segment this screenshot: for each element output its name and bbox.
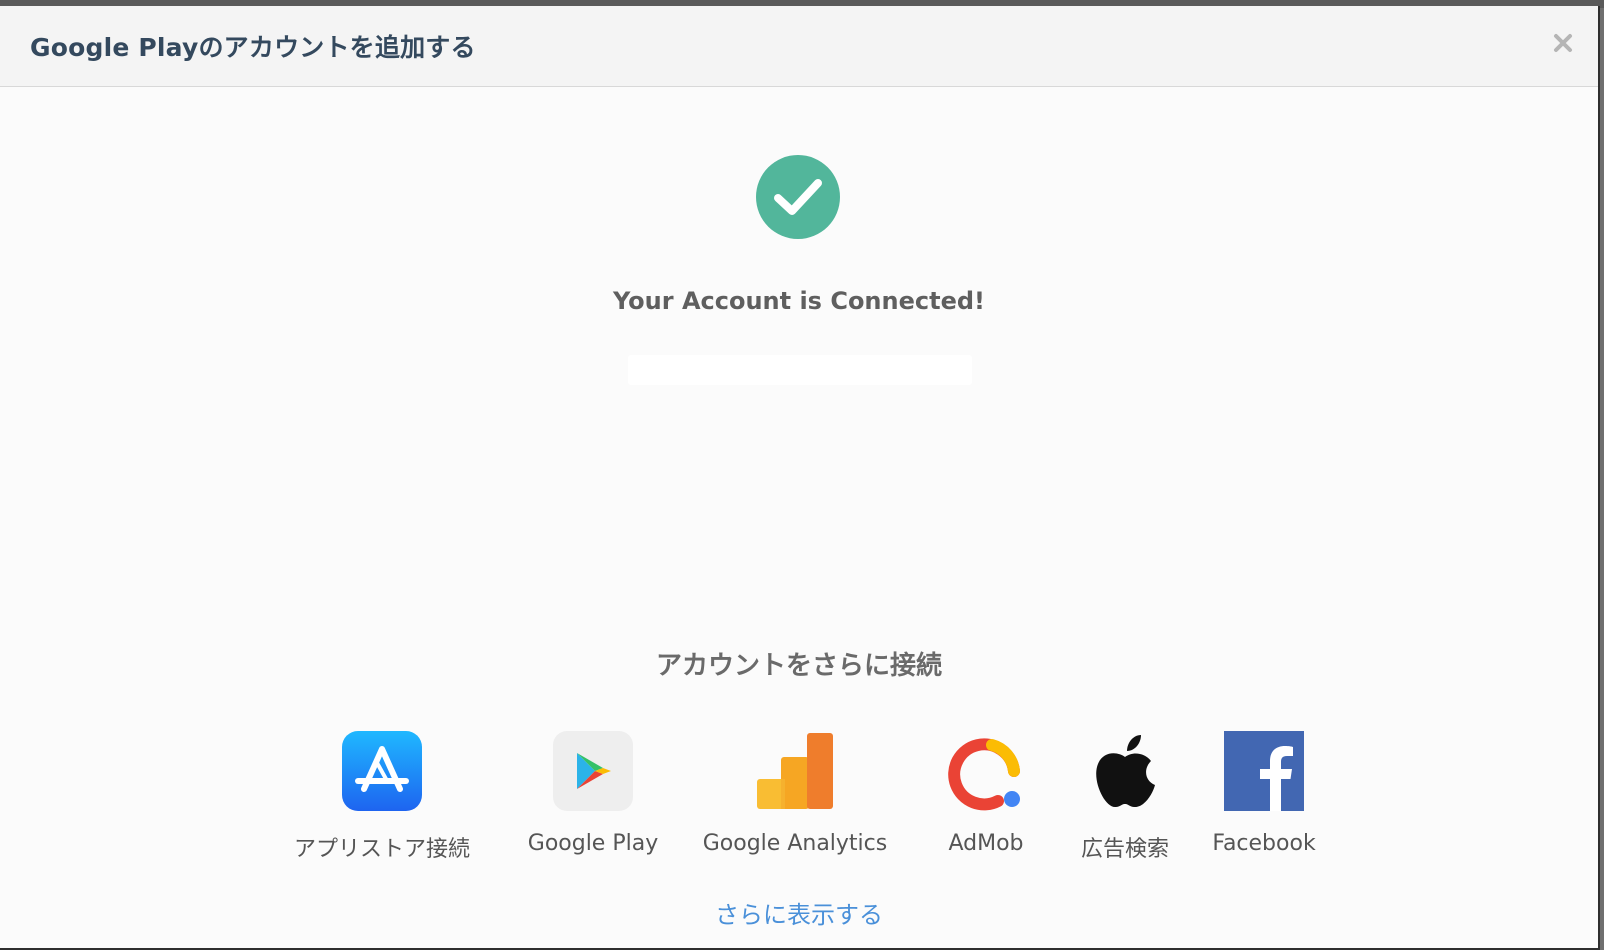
google-play-icon	[553, 731, 633, 811]
service-label: Google Play	[527, 831, 659, 856]
check-circle-icon	[756, 155, 840, 239]
close-icon	[1554, 34, 1572, 52]
service-label: Facebook	[1212, 831, 1316, 856]
connected-account-field	[628, 355, 972, 385]
apple-icon	[1096, 735, 1155, 807]
modal-title: Google Playのアカウントを追加する	[30, 33, 476, 62]
service-label: アプリストア接続	[293, 837, 470, 862]
google-analytics-icon	[757, 733, 833, 809]
admob-icon	[948, 738, 1020, 811]
facebook-icon	[1224, 731, 1304, 811]
app-store-icon	[342, 731, 422, 811]
more-accounts-heading: アカウントをさらに接続	[655, 651, 942, 681]
service-label: 広告検索	[1080, 837, 1169, 862]
service-label: AdMob	[948, 831, 1024, 856]
show-more-link[interactable]: さらに表示する	[0, 895, 1598, 930]
service-label: Google Analytics	[702, 831, 888, 856]
modal-header: Google Playのアカウントを追加する	[0, 6, 1598, 87]
close-button[interactable]	[1550, 30, 1576, 56]
add-account-modal: Google Playのアカウントを追加する Your Account is C…	[0, 6, 1600, 950]
connected-message: Your Account is Connected!	[613, 287, 985, 315]
modal-body: Your Account is Connected! アカウントをさらに接続 ア…	[0, 87, 1598, 948]
